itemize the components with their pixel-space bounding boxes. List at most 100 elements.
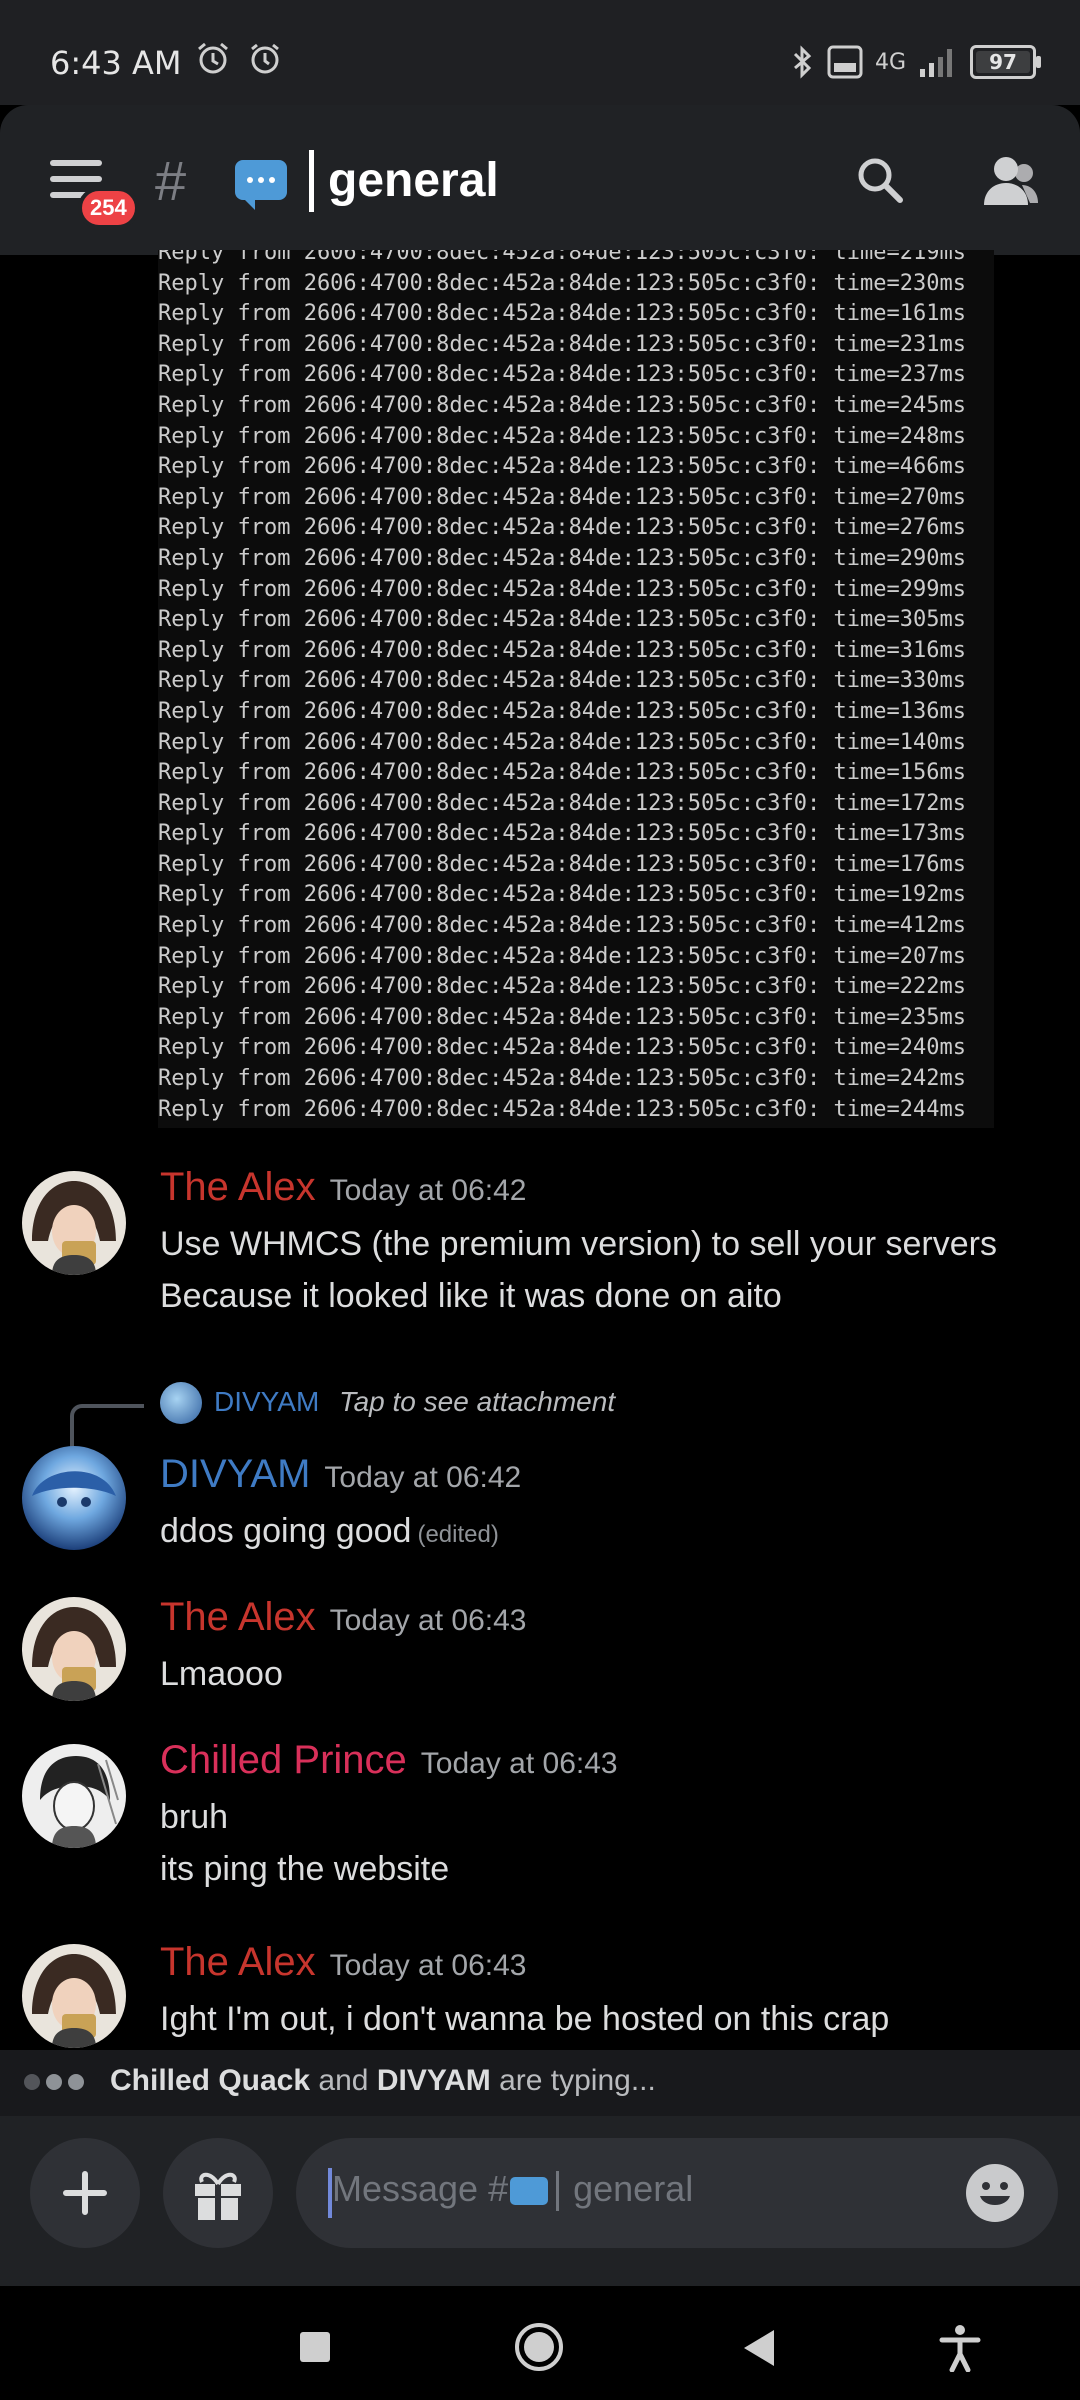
terminal-line: Reply from 2606:4700:8dec:452a:84de:123:… — [158, 301, 966, 327]
ping-output-image[interactable]: Reply from 2606:4700:8dec:452a:84de:123:… — [158, 250, 994, 1128]
terminal-line: Reply from 2606:4700:8dec:452a:84de:123:… — [158, 270, 966, 296]
message-text: bruh — [160, 1798, 229, 1836]
reply-connector — [70, 1404, 144, 1448]
message-text: Ight I'm out, i don't wanna be hosted on… — [160, 2000, 890, 2038]
terminal-line: Reply from 2606:4700:8dec:452a:84de:123:… — [158, 729, 966, 755]
volte-icon — [827, 45, 863, 79]
back-button[interactable] — [740, 2328, 778, 2368]
message-text: Use WHMCS (the premium version) to sell … — [160, 1225, 997, 1263]
terminal-line: Reply from 2606:4700:8dec:452a:84de:123:… — [158, 423, 966, 449]
reply-avatar — [160, 1382, 202, 1424]
terminal-line: Reply from 2606:4700:8dec:452a:84de:123:… — [158, 1004, 966, 1030]
placeholder-channel: general — [573, 2168, 694, 2209]
reply-author: DIVYAM — [214, 1386, 320, 1417]
terminal-line: Reply from 2606:4700:8dec:452a:84de:123:… — [158, 760, 966, 786]
terminal-line: Reply from 2606:4700:8dec:452a:84de:123:… — [158, 331, 966, 357]
terminal-line: Reply from 2606:4700:8dec:452a:84de:123:… — [158, 392, 966, 418]
add-attachment-button[interactable] — [30, 2138, 140, 2248]
hash-icon: # — [155, 149, 187, 212]
message-input[interactable]: Message # general — [296, 2138, 1058, 2248]
status-alarm-icons — [195, 40, 283, 76]
avatar[interactable] — [22, 1171, 126, 1275]
terminal-line: Reply from 2606:4700:8dec:452a:84de:123:… — [158, 913, 966, 939]
terminal-line: Reply from 2606:4700:8dec:452a:84de:123:… — [158, 974, 966, 1000]
reply-preview[interactable]: DIVYAM Tap to see attachment — [214, 1386, 615, 1418]
typing-user: Chilled Quack — [110, 2064, 311, 2097]
message-text: its ping the website — [160, 1850, 450, 1888]
smiley-icon — [980, 2182, 1010, 2205]
author-name[interactable]: The Alex — [160, 1595, 316, 1639]
members-icon[interactable] — [982, 153, 1040, 207]
plus-icon — [63, 2171, 107, 2215]
terminal-line: Reply from 2606:4700:8dec:452a:84de:123:… — [158, 821, 966, 847]
terminal-line: Reply from 2606:4700:8dec:452a:84de:123:… — [158, 576, 966, 602]
terminal-line: Reply from 2606:4700:8dec:452a:84de:123:… — [158, 454, 966, 480]
channel-header: 254 # general — [0, 105, 1080, 255]
channel-title[interactable]: general — [328, 153, 499, 208]
timestamp: Today at 06:43 — [420, 1747, 618, 1780]
typing-user: DIVYAM — [376, 2064, 491, 2097]
message-text: Lmaooo — [160, 1655, 283, 1693]
home-button[interactable] — [514, 2322, 564, 2372]
terminal-line: Reply from 2606:4700:8dec:452a:84de:123:… — [158, 1096, 966, 1122]
status-right: 4G 97 — [791, 44, 1041, 80]
emoji-button[interactable] — [966, 2164, 1024, 2222]
search-icon[interactable] — [855, 155, 905, 205]
terminal-line: Reply from 2606:4700:8dec:452a:84de:123:… — [158, 607, 966, 633]
system-nav-bar — [0, 2286, 1080, 2400]
terminal-line: Reply from 2606:4700:8dec:452a:84de:123:… — [158, 882, 966, 908]
edited-label: (edited) — [417, 1521, 499, 1548]
alarm-icon — [251, 43, 279, 74]
typing-and: and — [318, 2064, 369, 2097]
network-type: 4G — [874, 49, 906, 75]
avatar[interactable] — [22, 1446, 126, 1550]
terminal-line: Reply from 2606:4700:8dec:452a:84de:123:… — [158, 790, 966, 816]
speech-bubble-icon — [510, 2177, 549, 2206]
avatar[interactable] — [22, 1597, 126, 1701]
author-name[interactable]: The Alex — [160, 1165, 316, 1209]
terminal-line: Reply from 2606:4700:8dec:452a:84de:123:… — [158, 484, 966, 510]
typing-dots-icon — [24, 2074, 84, 2090]
timestamp: Today at 06:42 — [324, 1461, 522, 1494]
author-name[interactable]: Chilled Prince — [160, 1738, 407, 1782]
accessibility-icon[interactable] — [938, 2324, 982, 2372]
terminal-line: Reply from 2606:4700:8dec:452a:84de:123:… — [158, 362, 966, 388]
alarm-clock-icon — [198, 42, 228, 74]
author-name[interactable]: DIVYAM — [160, 1452, 310, 1496]
speech-bubble-icon — [235, 160, 287, 210]
timestamp: Today at 06:42 — [329, 1174, 527, 1207]
bluetooth-icon — [793, 45, 812, 79]
avatar[interactable] — [22, 1944, 126, 2048]
channel-divider — [309, 150, 314, 212]
gift-icon — [195, 2172, 241, 2220]
message-text: ddos going good — [160, 1512, 412, 1550]
status-bar: 6:43 AM 4G 97 — [0, 0, 1080, 105]
timestamp: Today at 06:43 — [329, 1949, 527, 1982]
timestamp: Today at 06:43 — [329, 1604, 527, 1637]
typing-indicator: Chilled Quack and DIVYAM are typing... — [0, 2050, 1080, 2116]
terminal-line: Reply from 2606:4700:8dec:452a:84de:123:… — [158, 545, 966, 571]
battery-level: 97 — [989, 50, 1017, 74]
terminal-line: Reply from 2606:4700:8dec:452a:84de:123:… — [158, 637, 966, 663]
message-composer: Message # general — [0, 2116, 1080, 2286]
terminal-line: Reply from 2606:4700:8dec:452a:84de:123:… — [158, 250, 966, 265]
terminal-line: Reply from 2606:4700:8dec:452a:84de:123:… — [158, 668, 966, 694]
reply-text: Tap to see attachment — [339, 1386, 616, 1417]
gift-button[interactable] — [163, 2138, 273, 2248]
terminal-line: Reply from 2606:4700:8dec:452a:84de:123:… — [158, 1066, 966, 1092]
avatar[interactable] — [22, 1744, 126, 1848]
notification-badge: 254 — [78, 187, 139, 229]
recent-apps-button[interactable] — [298, 2330, 332, 2364]
battery-icon: 97 — [970, 45, 1041, 79]
terminal-line: Reply from 2606:4700:8dec:452a:84de:123:… — [158, 515, 966, 541]
message-text: Because it looked like it was done on ai… — [160, 1277, 782, 1315]
message-placeholder: Message # general — [332, 2168, 694, 2212]
typing-suffix: are typing... — [499, 2064, 656, 2097]
status-time: 6:43 AM — [50, 44, 182, 82]
author-name[interactable]: The Alex — [160, 1940, 316, 1984]
terminal-line: Reply from 2606:4700:8dec:452a:84de:123:… — [158, 1035, 966, 1061]
placeholder-prefix: Message # — [332, 2168, 509, 2209]
terminal-line: Reply from 2606:4700:8dec:452a:84de:123:… — [158, 698, 966, 724]
typing-text: Chilled Quack and DIVYAM are typing... — [110, 2064, 656, 2098]
terminal-line: Reply from 2606:4700:8dec:452a:84de:123:… — [158, 943, 966, 969]
